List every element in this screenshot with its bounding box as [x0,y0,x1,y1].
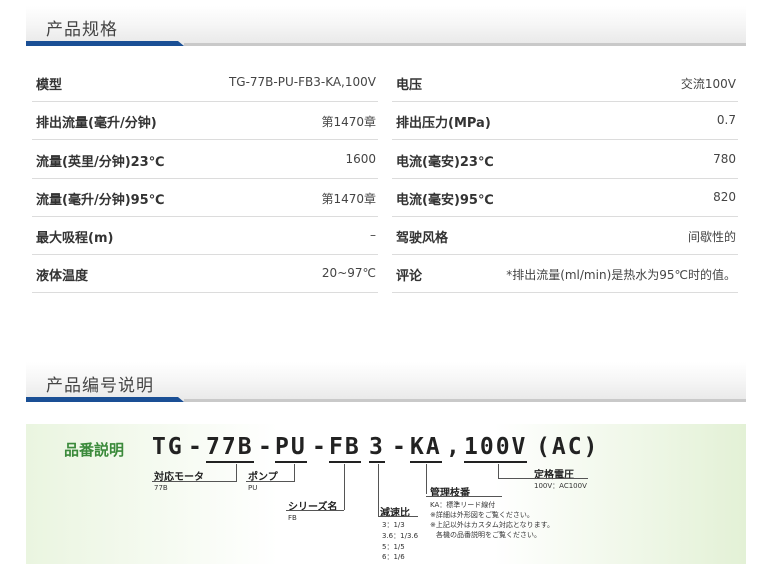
code-dash: - [312,434,328,460]
header-accent-bar [26,41,178,46]
table-row: 模型 TG-77B-PU-FB3-KA,100V 电压 交流100V [30,64,740,102]
part-number-diagram: 品番説明 TG - 77B - PU - FB 3 - KA , 100V (A… [26,424,746,564]
leader-line [498,478,588,479]
table-row: 流量(英里/分钟)23℃ 1600 电流(毫安)23℃ 780 [30,141,740,179]
spec-section-title: 产品规格 [46,20,118,40]
spec-label: 评论 [396,269,423,284]
table-row: 流量(毫升/分钟)95℃ 第1470章 电流(毫安)95℃ 820 [30,179,740,217]
code-part-prefix: TG [152,434,184,460]
spec-label: 排出流量(毫升/分钟) [36,116,157,131]
code-part-series: FB [329,434,361,463]
spec-cell-discharge-pressure: 排出压力(MPa) 0.7 [392,102,738,140]
table-row: 最大吸程(m) – 驾驶风格 间歇性的 [30,217,740,255]
leader-line [236,464,237,482]
spec-cell-discharge-flow: 排出流量(毫升/分钟) 第1470章 [32,102,378,140]
leader-line [378,516,418,517]
part-number-label: 品番説明 [64,441,125,459]
leader-line [286,510,344,511]
header-accent-bar [26,397,178,402]
annotation-spec-item: 各機の品番説明をご覧ください。 [436,531,541,539]
spec-value: 1600 [345,152,376,166]
spec-label: 排出压力(MPa) [396,116,491,131]
leader-line [246,481,294,482]
leader-line [152,481,236,482]
spec-cell-model: 模型 TG-77B-PU-FB3-KA,100V [32,64,378,102]
spec-cell-liquid-temp: 液体温度 20~97℃ [32,255,378,293]
annotation-ratio-item: 5：1/5 [382,543,405,551]
code-part-ratio: 3 [369,434,385,463]
table-row: 液体温度 20~97℃ 评论 *排出流量(ml/min)是热水为95℃时的值。 [30,255,740,293]
annotation-series-sub: FB [288,514,297,522]
spec-label: 液体温度 [36,269,89,284]
leader-line [378,464,379,516]
code-comma: , [446,434,462,460]
spec-cell-current-95: 电流(毫安)95℃ 820 [392,179,738,217]
spec-cell-flow-23: 流量(英里/分钟)23℃ 1600 [32,141,378,179]
annotation-ratio-item: 3.6：1/3.6 [382,532,419,540]
spec-value: 780 [713,152,736,166]
spec-label: 电压 [396,78,423,93]
spec-value: 20~97℃ [321,266,376,280]
code-dash: - [392,434,408,460]
code-section-title: 产品编号说明 [46,376,154,396]
spec-value: TG-77B-PU-FB3-KA,100V [228,75,376,89]
leader-line [344,464,345,510]
annotation-pump-sub: PU [248,484,258,492]
code-part-ac: (AC) [536,434,600,460]
code-part-motor: 77B [206,434,254,463]
spec-cell-suction-lift: 最大吸程(m) – [32,217,378,255]
code-part-pump: PU [275,434,307,463]
spec-value: 0.7 [716,113,736,127]
header-divider [184,399,746,402]
spec-label: 电流(毫安)23℃ [396,155,494,170]
header-divider [184,43,746,46]
spec-value: 第1470章 [321,115,376,129]
spec-label: 流量(英里/分钟)23℃ [36,155,165,170]
spec-value: – [370,228,376,242]
spec-section-header: 产品规格 [26,6,746,46]
annotation-motor-sub: 77B [154,484,168,492]
code-dash: - [258,434,274,460]
code-part-voltage: 100V [464,434,528,463]
spec-value: 820 [713,190,736,204]
annotation-spec-item: KA：標準リード線付 [430,501,496,509]
spec-label: 驾驶风格 [396,231,449,246]
spec-value: 交流100V [680,77,736,91]
code-dash: - [188,434,204,460]
annotation-ratio-item: 6：1/6 [382,553,405,561]
spec-cell-current-23: 电流(毫安)23℃ 780 [392,141,738,179]
leader-line [498,464,499,478]
table-row: 排出流量(毫升/分钟) 第1470章 排出压力(MPa) 0.7 [30,102,740,140]
leader-line [294,464,295,482]
annotation-spec-item: ※上記以外はカスタム対応となります。 [430,521,554,529]
annotation-voltage-sub: 100V：AC100V [534,482,587,490]
spec-label: 流量(毫升/分钟)95℃ [36,193,165,208]
spec-value: *排出流量(ml/min)是热水为95℃时的值。 [506,268,736,282]
spec-label: 最大吸程(m) [36,231,114,246]
spec-cell-comment: 评论 *排出流量(ml/min)是热水为95℃时的值。 [392,255,738,293]
spec-label: 模型 [36,78,63,93]
spec-value: 间歇性的 [687,230,736,244]
leader-line [426,464,427,494]
spec-value: 第1470章 [321,192,376,206]
spec-cell-voltage: 电压 交流100V [392,64,738,102]
code-section-header: 产品编号说明 [26,362,746,402]
leader-line [426,496,502,497]
spec-cell-drive-style: 驾驶风格 间歇性的 [392,217,738,255]
annotation-spec-item: ※詳細は外形図をご覧ください。 [430,511,534,519]
spec-label: 电流(毫安)95℃ [396,193,494,208]
code-part-spec: KA [410,434,442,463]
spec-cell-flow-95: 流量(毫升/分钟)95℃ 第1470章 [32,179,378,217]
annotation-ratio-item: 3：1/3 [382,521,405,529]
